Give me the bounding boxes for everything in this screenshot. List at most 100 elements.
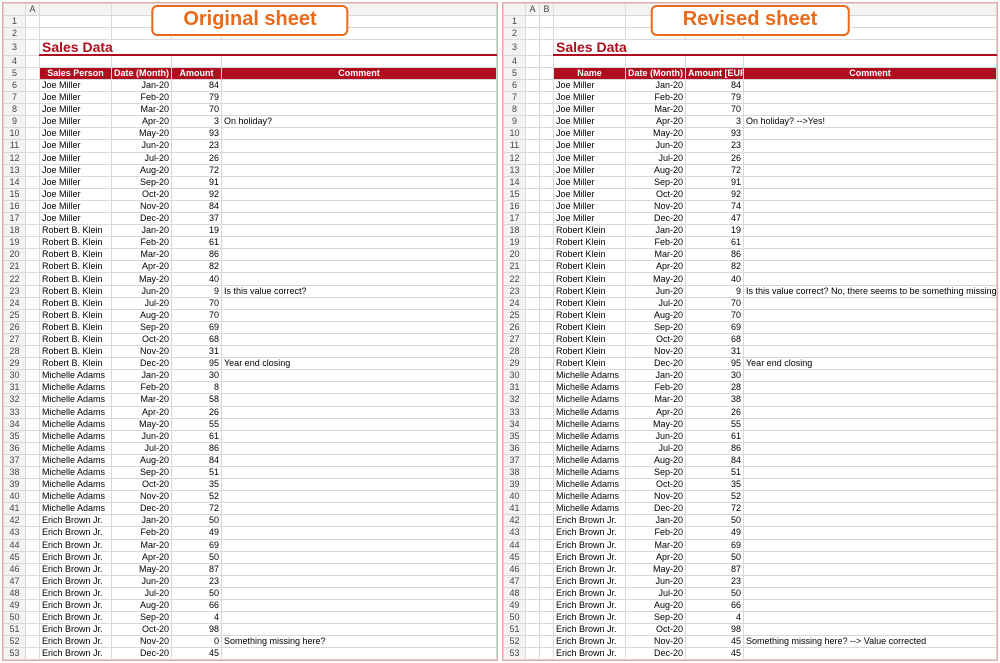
cell-amount[interactable]: 0	[172, 636, 222, 648]
cell-month[interactable]: Dec-20	[112, 213, 172, 225]
blank-cell[interactable]	[526, 128, 540, 140]
blank-cell[interactable]	[26, 515, 40, 527]
cell-person[interactable]: Robert Klein	[554, 297, 626, 309]
row-number[interactable]: 30	[504, 370, 526, 382]
row-number[interactable]: 44	[4, 539, 26, 551]
row-number[interactable]: 42	[504, 515, 526, 527]
cell-comment[interactable]	[744, 394, 997, 406]
cell-comment[interactable]	[744, 261, 997, 273]
cell-amount[interactable]: 30	[172, 370, 222, 382]
row-number[interactable]: 18	[4, 225, 26, 237]
cell-comment[interactable]	[744, 249, 997, 261]
cell-person[interactable]: Erich Brown Jr.	[554, 551, 626, 563]
cell-amount[interactable]: 79	[172, 92, 222, 104]
row-number[interactable]: 21	[4, 261, 26, 273]
cell-comment[interactable]	[222, 430, 497, 442]
blank-cell[interactable]	[540, 79, 554, 91]
cell-person[interactable]: Erich Brown Jr.	[554, 515, 626, 527]
cell-month[interactable]: Apr-20	[112, 261, 172, 273]
cell-comment[interactable]	[222, 176, 497, 188]
cell-person[interactable]: Michelle Adams	[554, 418, 626, 430]
cell-month[interactable]: Feb-20	[626, 382, 686, 394]
cell-month[interactable]: Feb-20	[626, 527, 686, 539]
row-number[interactable]: 17	[504, 213, 526, 225]
column-letter[interactable]	[554, 4, 626, 16]
row-number[interactable]: 50	[4, 612, 26, 624]
cell-comment[interactable]	[222, 624, 497, 636]
cell-person[interactable]: Michelle Adams	[40, 503, 112, 515]
cell-amount[interactable]: 70	[172, 104, 222, 116]
cell-person[interactable]: Robert Klein	[554, 261, 626, 273]
cell-comment[interactable]	[744, 92, 997, 104]
table-row[interactable]: 12Joe MillerJul-2026	[4, 152, 497, 164]
cell-month[interactable]: Oct-20	[626, 333, 686, 345]
cell-person[interactable]: Joe Miller	[40, 213, 112, 225]
cell-amount[interactable]: 74	[686, 200, 744, 212]
blank-cell[interactable]	[526, 539, 540, 551]
cell-month[interactable]: Oct-20	[626, 188, 686, 200]
blank-cell[interactable]	[540, 382, 554, 394]
column-header[interactable]: Comment	[744, 67, 997, 79]
cell-person[interactable]: Robert Klein	[554, 321, 626, 333]
blank-cell[interactable]	[526, 92, 540, 104]
table-row[interactable]: 34Michelle AdamsMay-2055	[504, 418, 997, 430]
blank-cell[interactable]	[540, 587, 554, 599]
cell-amount[interactable]: 49	[172, 527, 222, 539]
cell-person[interactable]: Joe Miller	[554, 152, 626, 164]
cell-person[interactable]: Michelle Adams	[40, 418, 112, 430]
column-letter[interactable]: A	[526, 4, 540, 16]
cell-month[interactable]: Jun-20	[112, 430, 172, 442]
cell-amount[interactable]: 35	[172, 479, 222, 491]
table-row[interactable]: 42Erich Brown Jr.Jan-2050	[4, 515, 497, 527]
blank-cell[interactable]	[26, 116, 40, 128]
column-header[interactable]: Comment	[222, 67, 497, 79]
cell-month[interactable]: Feb-20	[112, 382, 172, 394]
blank-cell[interactable]	[526, 152, 540, 164]
column-letter[interactable]	[40, 4, 112, 16]
cell-amount[interactable]: 70	[172, 309, 222, 321]
table-row[interactable]: 37Michelle AdamsAug-2084	[504, 454, 997, 466]
cell-person[interactable]: Michelle Adams	[554, 430, 626, 442]
table-row[interactable]: 17Joe MillerDec-2037	[4, 213, 497, 225]
cell-comment[interactable]	[744, 442, 997, 454]
blank-cell[interactable]	[526, 55, 540, 67]
cell-amount[interactable]: 23	[686, 575, 744, 587]
cell-month[interactable]: Aug-20	[112, 164, 172, 176]
cell-month[interactable]: Nov-20	[626, 346, 686, 358]
cell-month[interactable]: Feb-20	[112, 527, 172, 539]
row-number[interactable]: 47	[504, 575, 526, 587]
cell-comment[interactable]	[222, 297, 497, 309]
cell-person[interactable]: Erich Brown Jr.	[40, 587, 112, 599]
blank-cell[interactable]	[540, 454, 554, 466]
cell-comment[interactable]	[222, 321, 497, 333]
cell-person[interactable]: Robert B. Klein	[40, 261, 112, 273]
cell-month[interactable]: Dec-20	[112, 358, 172, 370]
cell-comment[interactable]	[744, 140, 997, 152]
blank-cell[interactable]	[526, 587, 540, 599]
cell-amount[interactable]: 35	[686, 479, 744, 491]
cell-amount[interactable]: 23	[686, 140, 744, 152]
blank-cell[interactable]	[26, 454, 40, 466]
row-number[interactable]: 53	[4, 648, 26, 660]
cell-amount[interactable]: 45	[172, 648, 222, 660]
column-header[interactable]: Sales Person	[40, 67, 112, 79]
cell-amount[interactable]: 52	[686, 491, 744, 503]
cell-person[interactable]: Joe Miller	[554, 188, 626, 200]
cell-comment[interactable]	[222, 587, 497, 599]
table-row[interactable]: 40Michelle AdamsNov-2052	[504, 491, 997, 503]
blank-cell[interactable]	[26, 394, 40, 406]
cell-month[interactable]: Jan-20	[112, 225, 172, 237]
cell-month[interactable]: Dec-20	[626, 648, 686, 660]
cell-person[interactable]: Erich Brown Jr.	[40, 648, 112, 660]
cell-person[interactable]: Michelle Adams	[554, 503, 626, 515]
blank-cell[interactable]	[526, 491, 540, 503]
row-number[interactable]: 49	[504, 600, 526, 612]
cell-amount[interactable]: 68	[686, 333, 744, 345]
blank-cell[interactable]	[540, 358, 554, 370]
blank-cell[interactable]	[26, 225, 40, 237]
blank-cell[interactable]	[540, 297, 554, 309]
cell-person[interactable]: Erich Brown Jr.	[40, 563, 112, 575]
row-number[interactable]: 51	[504, 624, 526, 636]
cell-person[interactable]: Robert Klein	[554, 237, 626, 249]
cell-comment[interactable]: Is this value correct? No, there seems t…	[744, 285, 997, 297]
